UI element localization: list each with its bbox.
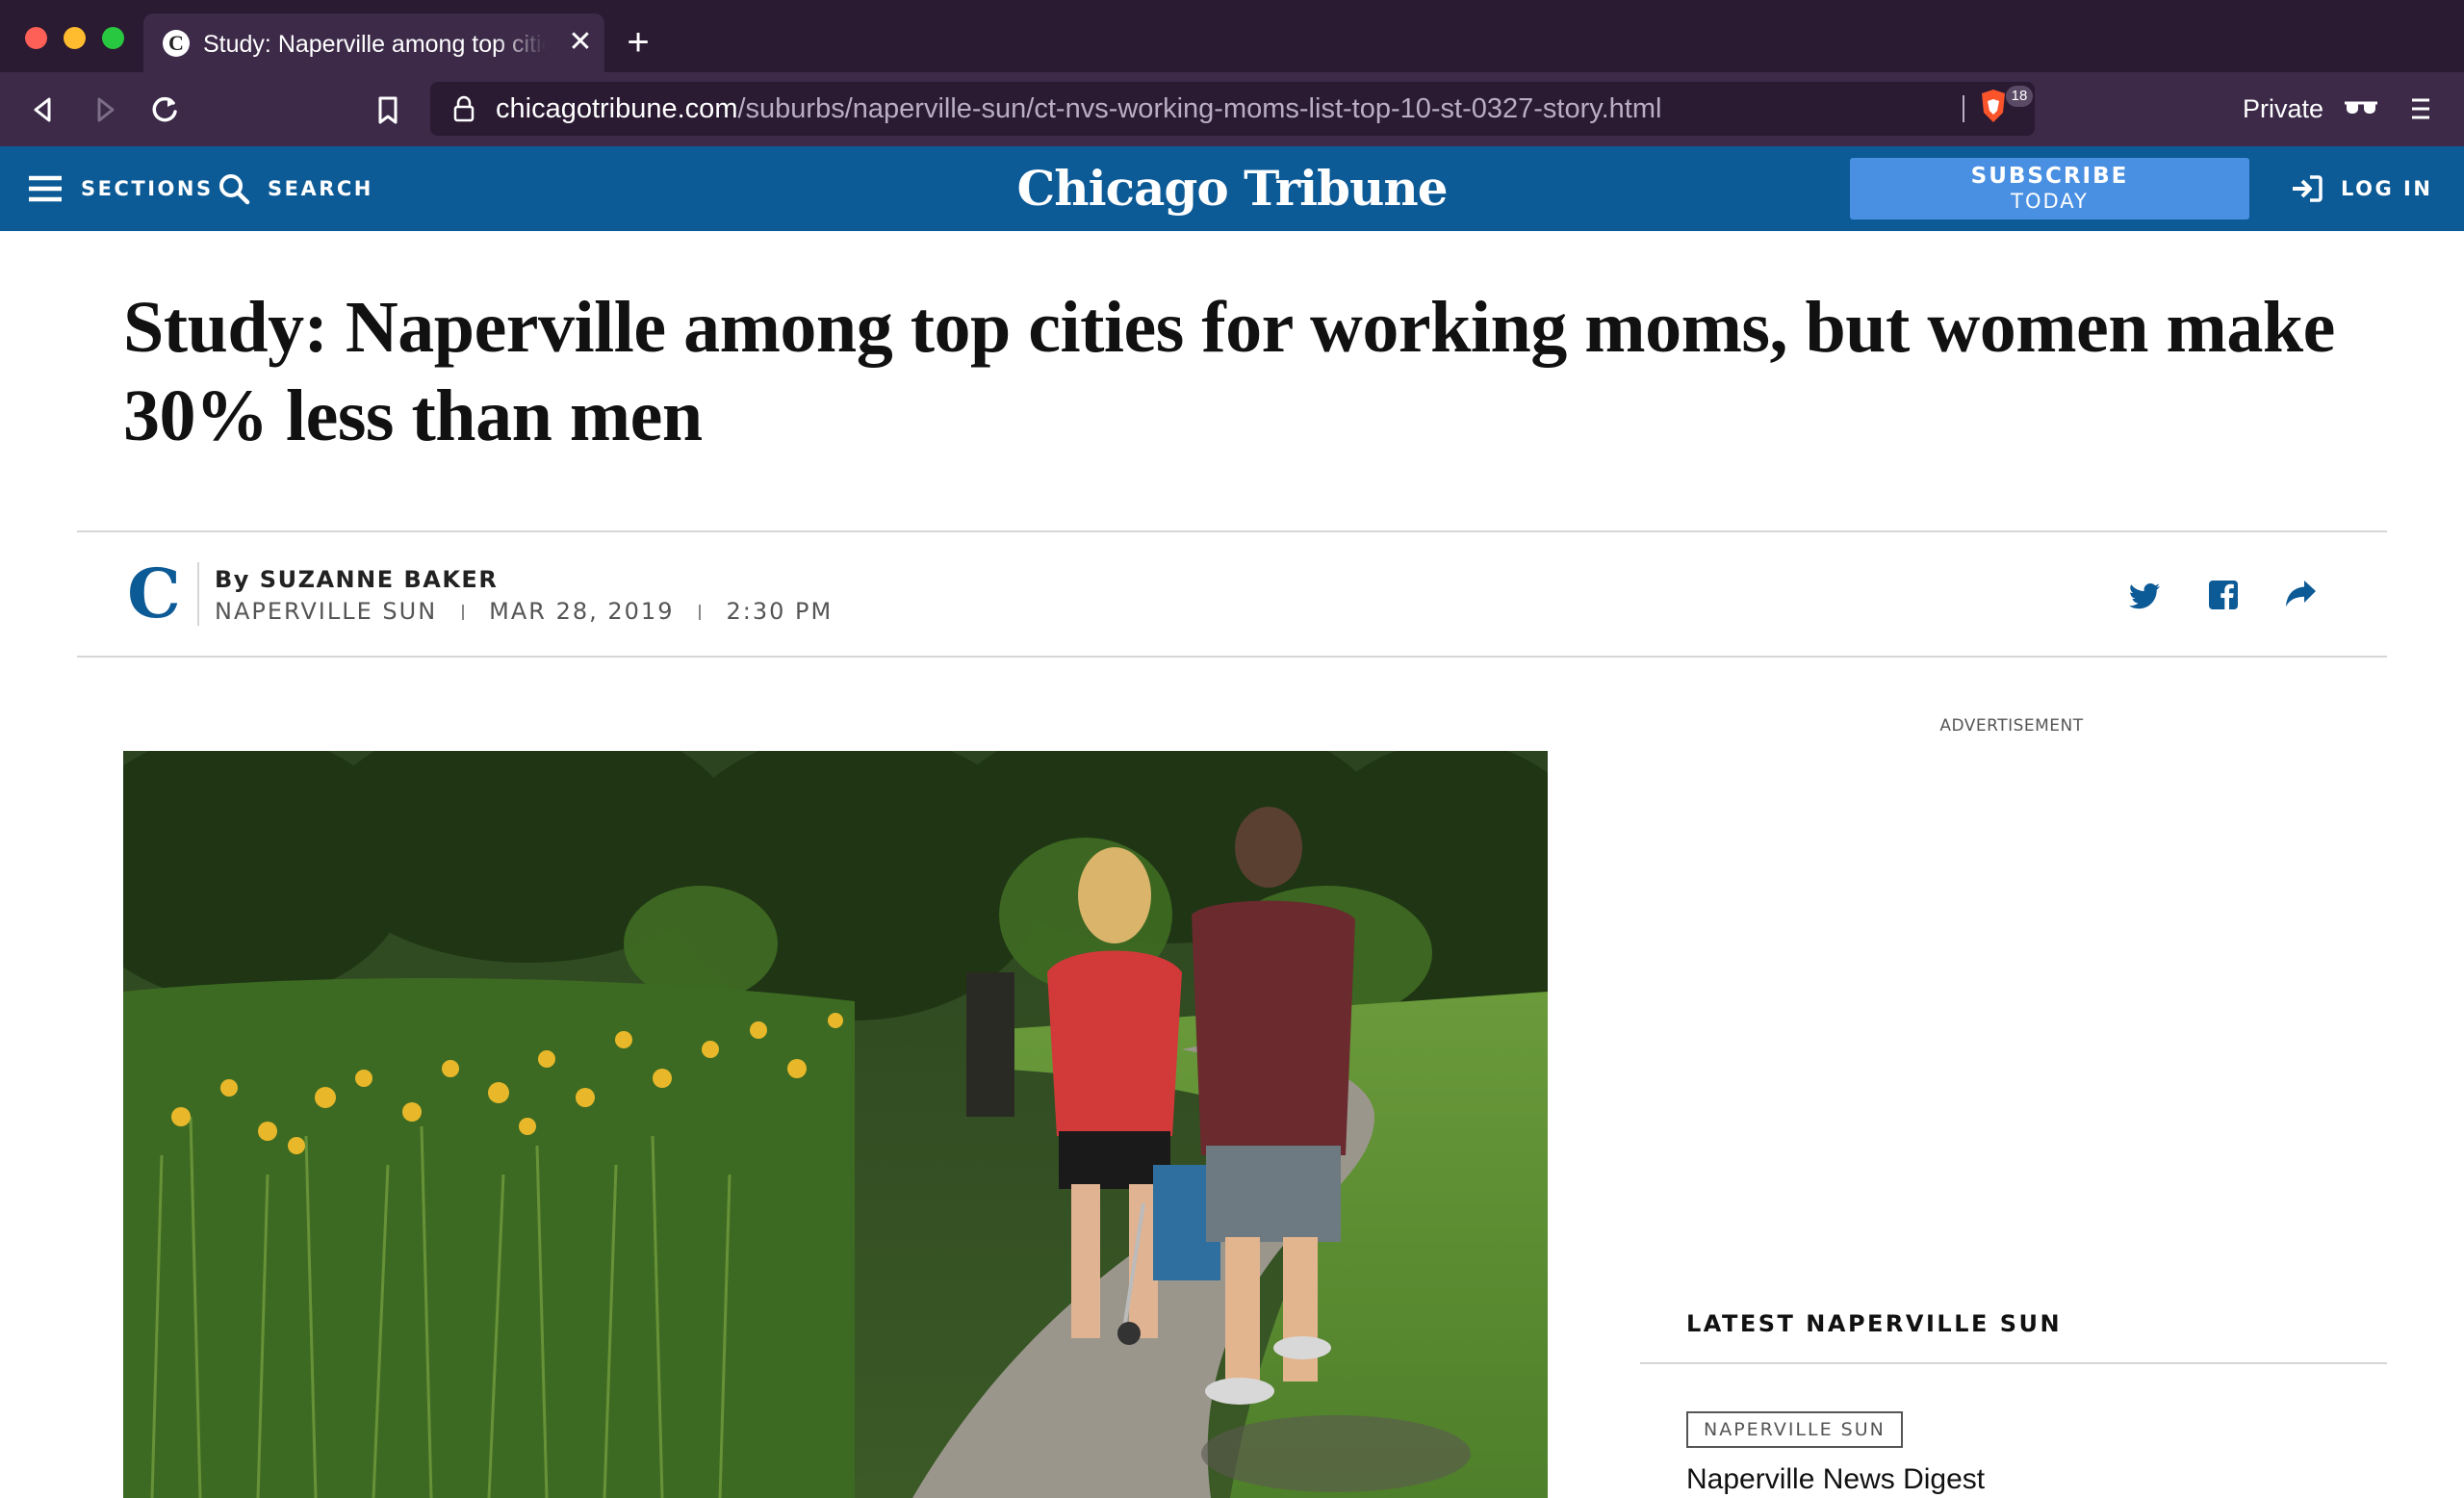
- advertisement-label: ADVERTISEMENT: [1939, 716, 2084, 736]
- twitter-icon[interactable]: [2129, 578, 2164, 612]
- login-label: LOG IN: [2341, 177, 2433, 200]
- subscribe-button[interactable]: SUBSCRIBE TODAY: [1850, 158, 2249, 220]
- search-label: SEARCH: [268, 177, 373, 200]
- latest-divider: [1640, 1362, 2387, 1364]
- login-button[interactable]: LOG IN: [2291, 146, 2432, 231]
- shield-count-badge: 18: [2006, 86, 2033, 107]
- bookmark-icon[interactable]: [370, 91, 406, 128]
- back-icon[interactable]: [25, 91, 62, 128]
- latest-section-title: LATEST NAPERVILLE SUN: [1686, 1310, 2063, 1337]
- publish-time: 2:30 PM: [726, 598, 834, 625]
- subscribe-sublabel: TODAY: [2011, 190, 2089, 213]
- url-divider: [1963, 95, 1964, 122]
- tab-title: Study: Naperville among top cities for w…: [203, 31, 546, 58]
- search-icon: [219, 174, 250, 205]
- window-close-button[interactable]: [25, 27, 47, 49]
- sections-button[interactable]: SECTIONS: [27, 146, 214, 231]
- byline-meta: NAPERVILLE SUN MAR 28, 2019 2:30 PM: [215, 597, 833, 626]
- forward-icon[interactable]: [87, 91, 123, 128]
- address-bar[interactable]: chicagotribune.com/suburbs/naperville-su…: [430, 82, 2035, 136]
- browser-tab-bar: C Study: Naperville among top cities for…: [0, 0, 2464, 72]
- meta-separator: [462, 605, 465, 620]
- byline-divider: [197, 562, 199, 626]
- private-label: Private: [2243, 94, 2324, 123]
- tab-close-button[interactable]: ✕: [567, 27, 594, 58]
- window-zoom-button[interactable]: [102, 27, 124, 49]
- private-glasses-icon: [2343, 97, 2379, 120]
- hamburger-icon: [29, 175, 62, 202]
- subscribe-label: SUBSCRIBE: [1970, 164, 2129, 189]
- latest-section-tag[interactable]: NAPERVILLE SUN: [1686, 1411, 1903, 1448]
- tribune-c-logo-icon: C: [127, 554, 181, 633]
- browser-tab-active[interactable]: C Study: Naperville among top cities for…: [143, 13, 604, 72]
- reload-icon[interactable]: [146, 91, 183, 128]
- lock-icon[interactable]: [453, 95, 475, 122]
- byline-author: By SUZANNE BAKER: [215, 566, 498, 593]
- url-host: chicagotribune.com: [496, 93, 738, 124]
- tab-favicon-icon: C: [163, 30, 190, 57]
- article-headline: Study: Naperville among top cities for w…: [123, 287, 2335, 456]
- latest-story-link[interactable]: Naperville News Digest: [1686, 1462, 1985, 1497]
- share-arrow-icon[interactable]: [2283, 578, 2318, 612]
- menu-icon[interactable]: [2406, 95, 2435, 122]
- meta-separator: [699, 605, 702, 620]
- facebook-icon[interactable]: [2206, 578, 2241, 612]
- browser-toolbar: chicagotribune.com/suburbs/naperville-su…: [0, 72, 2464, 146]
- byline-prefix: By: [215, 566, 260, 593]
- article-lead-photo[interactable]: [123, 751, 1548, 1498]
- chicago-tribune-logo[interactable]: Chicago Tribune: [962, 156, 1502, 221]
- url-path: /suburbs/naperville-sun/ct-nvs-working-m…: [737, 93, 1662, 124]
- author-name[interactable]: SUZANNE BAKER: [260, 566, 499, 593]
- sections-label: SECTIONS: [81, 177, 214, 200]
- search-button[interactable]: SEARCH: [218, 146, 373, 231]
- byline-divider-top: [77, 530, 2387, 532]
- byline-divider-bottom: [77, 656, 2387, 658]
- url-text[interactable]: chicagotribune.com/suburbs/naperville-su…: [496, 93, 1661, 124]
- site-header: SECTIONS SEARCH Chicago Tribune SUBSCRIB…: [0, 146, 2464, 231]
- window-minimize-button[interactable]: [64, 27, 86, 49]
- new-tab-button[interactable]: +: [624, 23, 653, 62]
- publication-name: NAPERVILLE SUN: [215, 598, 438, 625]
- publish-date: MAR 28, 2019: [489, 598, 675, 625]
- login-icon: [2293, 175, 2323, 202]
